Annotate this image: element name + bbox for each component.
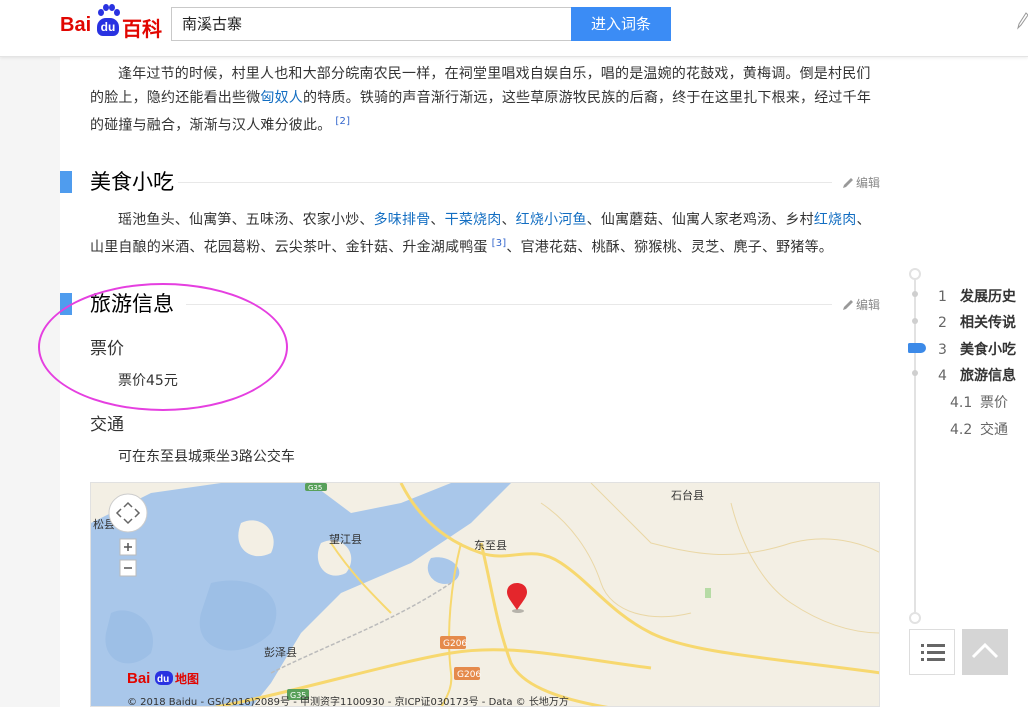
map-copyright: © 2018 Baidu - GS(2016)2089号 - 甲测资字11009…	[127, 695, 569, 707]
food-link-braised-pork[interactable]: 红烧肉	[814, 212, 857, 228]
traffic-subtitle: 交通	[90, 415, 124, 435]
map-canvas[interactable]: 石台县 望江县 东至县 彭泽县 松县 G206 G206 G35 G35 Bai…	[91, 483, 880, 707]
toc-dot	[912, 318, 918, 324]
search-input[interactable]: 南溪古寨	[171, 7, 572, 41]
table-of-contents: 1 发展历史 2 相关传说 3 美食小吃 4 旅游信息 4.1 票价 4.2 交通	[900, 262, 1028, 627]
food-link-spare-ribs[interactable]: 多味排骨	[374, 212, 431, 228]
road-shield-g206: G206	[457, 670, 481, 680]
food-link-river-fish[interactable]: 红烧小河鱼	[516, 212, 587, 228]
toc-end-dot	[909, 612, 921, 624]
toc-item-legend[interactable]: 2 相关传说	[938, 312, 1016, 332]
toc-num: 1	[938, 289, 947, 305]
toc-line	[914, 274, 916, 619]
map-logo-text: 地图	[175, 671, 199, 686]
edit-travel-button[interactable]: 编辑	[842, 296, 880, 313]
edit-food-button[interactable]: 编辑	[842, 174, 880, 191]
logo-du-text: du	[97, 18, 119, 36]
logo-baike-text: 百科	[122, 19, 162, 41]
road-shield-g35: G35	[308, 484, 322, 492]
list-icon	[921, 644, 945, 661]
toc-num: 4	[938, 368, 947, 384]
food-paragraph: 瑶池鱼头、仙寓笋、五味汤、农家小炒、多味排骨、干菜烧肉、红烧小河鱼、仙寓蘑菇、仙…	[90, 208, 876, 260]
section-travel-title: 旅游信息	[90, 292, 174, 316]
baidu-baike-logo[interactable]: Bai du 百科	[60, 4, 164, 44]
zoom-in-button[interactable]	[119, 538, 137, 556]
section-divider	[178, 182, 832, 183]
intro-paragraph: 逢年过节的时候，村里人也和大部分皖南农民一样，在祠堂里唱戏自娱自乐，唱的是温婉的…	[90, 62, 876, 138]
map-pan-control[interactable]	[108, 493, 148, 533]
toc-num: 4.2	[950, 422, 973, 438]
toc-num: 2	[938, 315, 947, 331]
pencil-icon	[842, 300, 853, 310]
food-text-2: 、仙寓蘑菇、仙寓人家老鸡汤、乡村	[586, 212, 814, 228]
toc-item-travel[interactable]: 4 旅游信息	[938, 365, 1016, 385]
toc-text: 相关传说	[960, 315, 1016, 331]
road-shield-g206: G206	[443, 639, 467, 649]
toc-dot	[912, 370, 918, 376]
toc-num: 4.1	[950, 395, 973, 411]
map-label-dongzhi: 东至县	[474, 539, 507, 552]
toc-dot	[912, 291, 918, 297]
traffic-text: 可在东至县城乘坐3路公交车	[118, 449, 295, 465]
pencil-icon[interactable]	[1016, 10, 1028, 30]
ticket-subtitle: 票价	[90, 339, 124, 359]
toc-num: 3	[938, 342, 947, 358]
toc-start-dot	[909, 268, 921, 280]
logo-bai-text: Bai	[60, 14, 92, 36]
section-accent-bar	[60, 293, 72, 315]
chevron-up-icon	[971, 642, 999, 659]
ticket-text: 票价45元	[118, 373, 178, 389]
food-link-braised-pork-veg[interactable]: 干菜烧肉	[445, 212, 502, 228]
toc-text: 票价	[980, 395, 1008, 411]
reference-2[interactable]: [2]	[335, 116, 350, 127]
reference-3[interactable]: [3]	[492, 238, 507, 249]
location-map[interactable]: 石台县 望江县 东至县 彭泽县 松县 G206 G206 G35 G35 Bai…	[90, 482, 880, 707]
toc-text: 旅游信息	[960, 368, 1016, 384]
map-logo-bai: Bai	[127, 670, 150, 687]
map-logo-du: du	[157, 674, 169, 685]
food-sep: 、	[430, 212, 445, 228]
toc-item-food[interactable]: 3 美食小吃	[938, 339, 1016, 359]
left-gutter	[0, 57, 60, 707]
map-label-shitai: 石台县	[671, 488, 704, 502]
edit-label: 编辑	[855, 176, 880, 190]
enter-entry-button[interactable]: 进入词条	[571, 7, 671, 41]
toc-item-history[interactable]: 1 发展历史	[938, 286, 1016, 306]
toc-text: 交通	[980, 422, 1008, 438]
section-accent-bar	[60, 171, 72, 193]
food-text-4: 、官港花菇、桃酥、猕猴桃、灵芝、麂子、野猪等。	[506, 239, 833, 256]
map-label-wangjiang: 望江县	[329, 533, 362, 546]
toc-toggle-button[interactable]	[909, 629, 955, 675]
toc-item-ticket[interactable]: 4.1 票价	[950, 392, 1008, 412]
edit-label: 编辑	[855, 298, 880, 312]
zoom-out-button[interactable]	[119, 559, 137, 577]
section-travel-header: 旅游信息 编辑	[60, 290, 880, 318]
toc-text: 发展历史	[960, 289, 1016, 305]
baidu-map-logo: Bai du 地图	[127, 670, 199, 687]
food-sep: 、	[501, 212, 516, 228]
top-header: Bai du 百科 南溪古寨 进入词条	[0, 0, 1028, 57]
food-text-1: 瑶池鱼头、仙寓笋、五味汤、农家小炒、	[118, 212, 374, 228]
xiongnu-link[interactable]: 匈奴人	[260, 90, 303, 106]
pencil-icon	[842, 178, 853, 188]
map-label-pengze: 彭泽县	[264, 645, 297, 659]
section-food-title: 美食小吃	[90, 170, 174, 194]
back-to-top-button[interactable]	[962, 629, 1008, 675]
section-divider	[186, 304, 832, 305]
toc-text: 美食小吃	[960, 342, 1016, 358]
paw-icon	[98, 4, 120, 18]
toc-active-marker	[908, 343, 926, 353]
toc-item-traffic[interactable]: 4.2 交通	[950, 419, 1008, 439]
section-food-header: 美食小吃 编辑	[60, 168, 880, 196]
